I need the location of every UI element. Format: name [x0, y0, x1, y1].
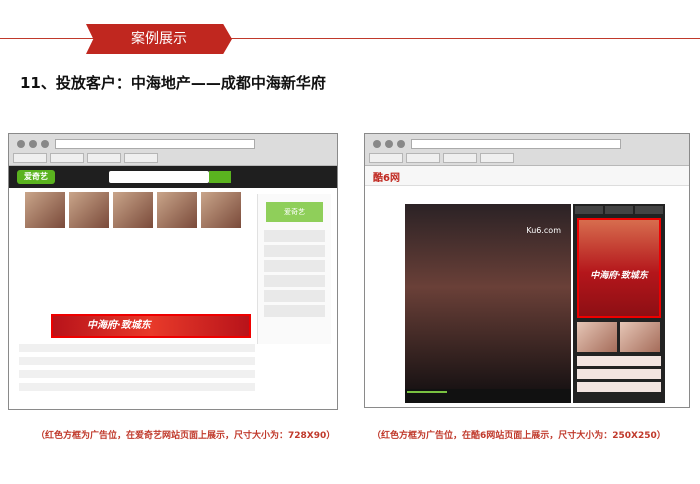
content-row [19, 370, 255, 378]
ku6-header: 酷6网 [365, 166, 689, 186]
caption-left: （红色方框为广告位，在爱奇艺网站页面上展示，尺寸大小为：728X90） [36, 431, 336, 441]
content-row [19, 383, 255, 391]
ku6-sidebar: 中海府·致城东 [573, 204, 665, 403]
browser-tab [480, 153, 514, 163]
list-item [577, 356, 661, 366]
browser-tab [13, 153, 47, 163]
video-thumbnail [201, 192, 241, 228]
sidebar-tab [635, 206, 663, 214]
video-thumbnail [69, 192, 109, 228]
browser-tab [369, 153, 403, 163]
iqiyi-screenshot: 爱奇艺 爱奇艺 中海府·致城东 [8, 133, 338, 410]
sidebar-row [264, 290, 325, 302]
sidebar-tabs [573, 204, 665, 216]
progress-bar [407, 391, 447, 393]
browser-tab [124, 153, 158, 163]
sidebar-logo: 爱奇艺 [266, 202, 323, 222]
sidebar-thumbnails [577, 322, 660, 352]
sidebar-row [264, 230, 325, 242]
content-row [19, 357, 255, 365]
iqiyi-logo: 爱奇艺 [17, 170, 55, 184]
back-icon [373, 140, 381, 148]
video-grid [25, 192, 241, 228]
iqiyi-header: 爱奇艺 [9, 166, 337, 188]
video-thumbnail [620, 322, 660, 352]
browser-tab [87, 153, 121, 163]
video-thumbnail [157, 192, 197, 228]
browser-tab [443, 153, 477, 163]
browser-tab [50, 153, 84, 163]
section-heading: 11、投放客户：中海地产——成都中海新华府 [20, 74, 326, 92]
ad-banner-728x90: 中海府·致城东 [51, 314, 251, 338]
content-rows [19, 344, 255, 396]
browser-tab [406, 153, 440, 163]
sidebar-tab [605, 206, 633, 214]
sidebar-list [577, 356, 661, 395]
iqiyi-sidebar: 爱奇艺 [257, 194, 331, 344]
player-controls [405, 389, 571, 403]
sidebar-row [264, 260, 325, 272]
search-input [109, 171, 209, 183]
address-bar [55, 139, 255, 149]
ad-block-250x250: 中海府·致城东 [577, 218, 661, 318]
video-watermark: Ku6.com [526, 226, 561, 235]
search-button [209, 171, 231, 183]
section-banner: 案例展示 [86, 24, 232, 54]
sidebar-row [264, 305, 325, 317]
refresh-icon [41, 140, 49, 148]
sidebar-tab [575, 206, 603, 214]
video-thumbnail [113, 192, 153, 228]
list-item [577, 369, 661, 379]
ku6-screenshot: 酷6网 Ku6.com 中海府·致城东 [364, 133, 690, 408]
address-bar [411, 139, 621, 149]
browser-chrome [365, 134, 689, 166]
forward-icon [29, 140, 37, 148]
sidebar-row [264, 245, 325, 257]
back-icon [17, 140, 25, 148]
caption-right: （红色方框为广告位，在酷6网站页面上展示，尺寸大小为：250X250） [372, 431, 666, 441]
sidebar-row [264, 275, 325, 287]
content-row [19, 344, 255, 352]
browser-tabs [13, 153, 158, 163]
list-item [577, 382, 661, 392]
browser-tabs [369, 153, 514, 163]
ku6-logo: 酷6网 [373, 173, 400, 184]
video-thumbnail [25, 192, 65, 228]
forward-icon [385, 140, 393, 148]
video-thumbnail [577, 322, 617, 352]
browser-chrome [9, 134, 337, 166]
video-player: Ku6.com [405, 204, 571, 389]
refresh-icon [397, 140, 405, 148]
